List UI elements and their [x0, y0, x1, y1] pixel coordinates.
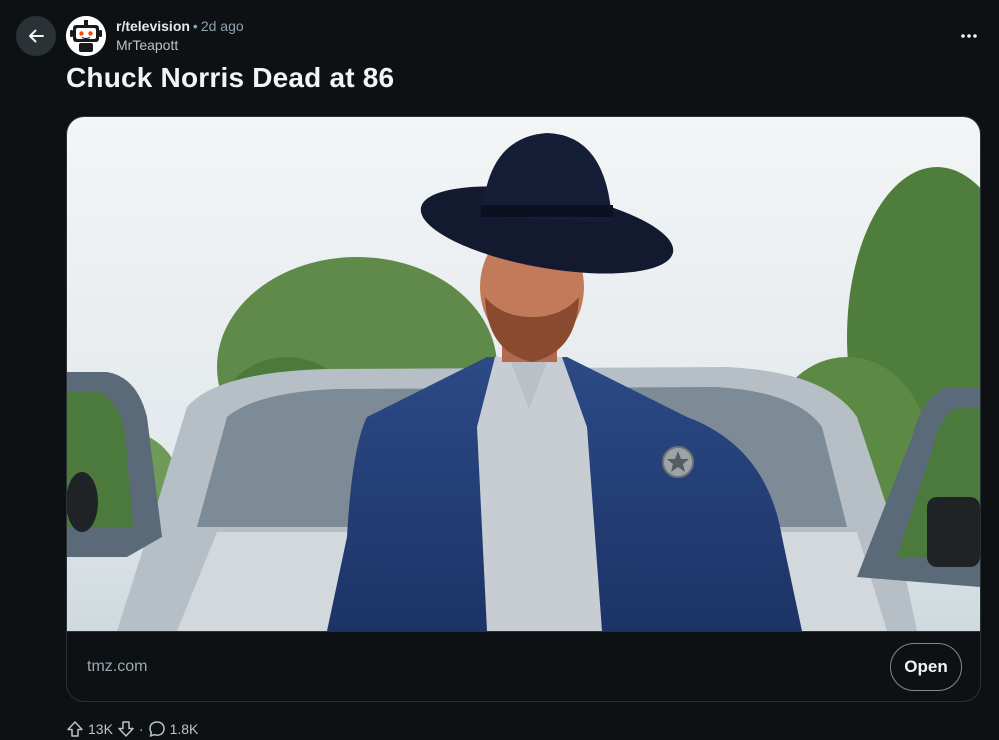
- upvote-arrow-icon: [67, 721, 83, 737]
- comments-button[interactable]: [148, 720, 166, 738]
- link-domain[interactable]: tmz.com: [87, 658, 147, 676]
- post-actions: 13K · 1.8K: [66, 720, 198, 738]
- snoo-avatar-icon: [66, 16, 106, 56]
- back-button[interactable]: [16, 16, 56, 56]
- subreddit-link[interactable]: r/television: [116, 18, 190, 34]
- post-thumbnail-image[interactable]: [67, 117, 980, 631]
- subreddit-avatar[interactable]: [66, 16, 106, 56]
- comment-bubble-icon: [148, 721, 165, 737]
- post-time: 2d ago: [200, 18, 244, 34]
- more-horizontal-icon: [961, 34, 977, 38]
- open-link-button[interactable]: Open: [890, 643, 962, 691]
- downvote-button[interactable]: [117, 720, 135, 738]
- upvote-count: 13K: [88, 721, 113, 737]
- link-bar: tmz.com Open: [67, 631, 980, 701]
- post-title: Chuck Norris Dead at 86: [66, 62, 395, 93]
- downvote-arrow-icon: [118, 721, 134, 737]
- stats-separator: ·: [138, 721, 144, 737]
- upvote-button[interactable]: [66, 720, 84, 738]
- post-meta: r/television • 2d ago MrTeapott: [116, 17, 244, 55]
- comment-count: 1.8K: [169, 721, 199, 737]
- post-author[interactable]: MrTeapott: [116, 36, 244, 55]
- meta-separator: •: [192, 18, 198, 34]
- arrow-left-icon: [29, 29, 44, 43]
- more-options-button[interactable]: [957, 24, 981, 48]
- link-preview-card[interactable]: tmz.com Open: [66, 116, 981, 702]
